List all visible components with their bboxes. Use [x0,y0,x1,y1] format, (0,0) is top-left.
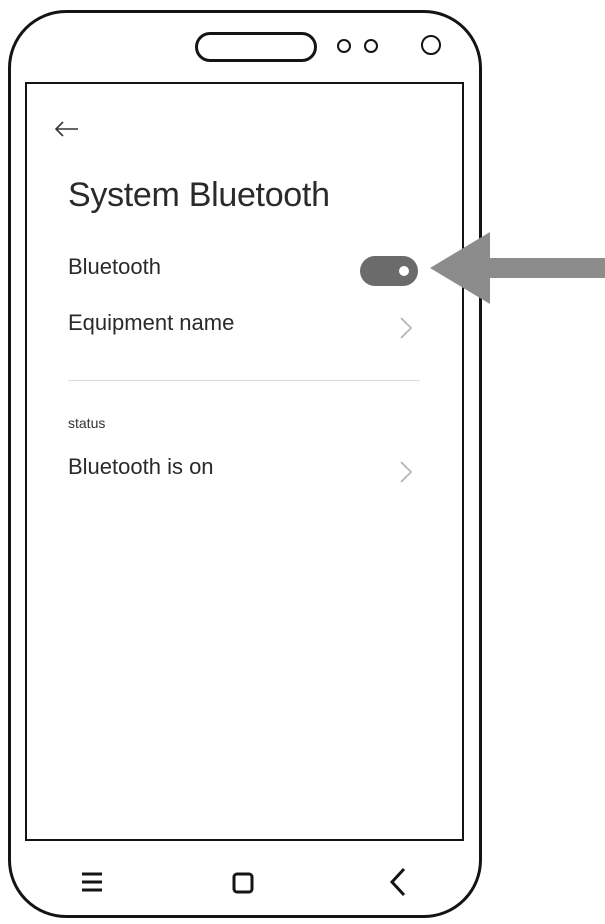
home-square-icon[interactable] [232,872,254,894]
sensor-dot [364,39,378,53]
front-camera [421,35,441,55]
chevron-right-icon[interactable] [398,315,414,341]
status-section-heading: status [68,415,106,431]
menu-icon[interactable] [80,870,104,894]
bluetooth-label: Bluetooth [68,254,161,279]
pointer-arrow-icon [430,232,605,304]
page-title: System Bluetooth [68,176,330,214]
back-arrow-icon[interactable] [52,118,80,140]
equipment-name-label[interactable]: Equipment name [68,310,234,336]
bluetooth-status-value[interactable]: Bluetooth is on [68,454,214,480]
toggle-knob [399,266,409,276]
sensor-dot [337,39,351,53]
bluetooth-toggle[interactable] [360,256,418,286]
back-chevron-icon[interactable] [388,866,408,898]
divider [68,380,420,381]
speaker-slot [195,32,317,62]
chevron-right-icon[interactable] [398,459,414,485]
